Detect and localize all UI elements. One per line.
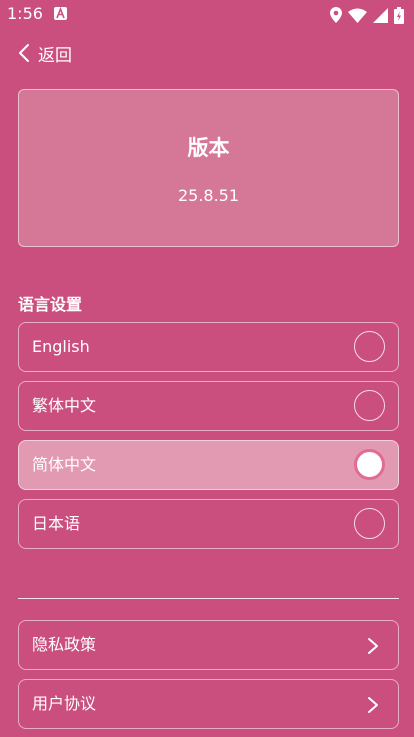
app-a-icon [54, 7, 67, 20]
language-option-english[interactable]: English [18, 322, 399, 372]
back-label: 返回 [38, 45, 72, 66]
status-bar: 1:56 [0, 0, 414, 30]
battery-icon [394, 6, 404, 24]
radio-button[interactable] [354, 390, 385, 421]
status-icons [330, 6, 404, 24]
language-option-label: 简体中文 [32, 455, 97, 474]
user-agreement-label: 用户协议 [32, 694, 97, 713]
user-agreement-link[interactable]: 用户协议 [18, 679, 399, 729]
version-number: 25.8.51 [177, 186, 240, 205]
divider [18, 598, 399, 599]
language-option-label: 日本语 [32, 514, 81, 533]
language-option-simplified-chinese[interactable]: 简体中文 [18, 440, 399, 490]
language-option-traditional-chinese[interactable]: 繁体中文 [18, 381, 399, 431]
language-option-label: English [32, 337, 90, 356]
language-section-title: 语言设置 [18, 295, 83, 314]
status-time: 1:56 [7, 4, 43, 23]
location-icon [330, 7, 342, 23]
wifi-icon [348, 8, 367, 23]
language-option-japanese[interactable]: 日本语 [18, 499, 399, 549]
chevron-right-icon [368, 697, 378, 713]
radio-button[interactable] [354, 331, 385, 362]
chevron-left-icon [19, 44, 29, 62]
privacy-policy-link[interactable]: 隐私政策 [18, 620, 399, 670]
version-title: 版本 [187, 136, 230, 160]
language-option-label: 繁体中文 [32, 396, 97, 415]
version-card: 版本 25.8.51 [18, 89, 399, 247]
radio-button-checked[interactable] [354, 449, 385, 480]
settings-screen: 1:56 返回 版本 25.8.51 语言设置 English 繁体中文 简体中… [0, 0, 414, 737]
chevron-right-icon [368, 638, 378, 654]
signal-icon [373, 7, 388, 23]
privacy-policy-label: 隐私政策 [32, 635, 97, 654]
back-button[interactable]: 返回 [18, 40, 72, 66]
radio-button[interactable] [354, 508, 385, 539]
